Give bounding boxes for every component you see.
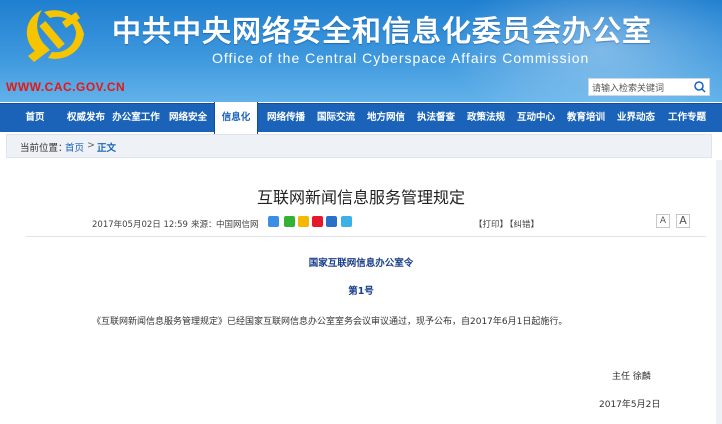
nav-item-training[interactable]: 教育培训 <box>563 104 609 132</box>
article-sign-date: 2017年5月2日 <box>599 400 661 410</box>
renren-icon[interactable] <box>326 216 337 227</box>
site-title-en: Office of the Central Cyberspace Affairs… <box>212 50 590 66</box>
qzone-icon[interactable] <box>298 216 309 227</box>
nav-item-authority[interactable]: 权威发布 <box>61 104 111 132</box>
nav-item-office-work[interactable]: 办公室工作 <box>111 104 161 132</box>
nav-item-cybersecurity[interactable]: 网络安全 <box>163 104 213 132</box>
nav-item-topics[interactable]: 工作专题 <box>663 104 711 132</box>
breadcrumb-separator: > <box>87 140 95 151</box>
decree-number: 第1号 <box>348 286 374 297</box>
decree-title: 国家互联网信息办公室令 <box>308 258 414 269</box>
nav-item-home[interactable]: 首页 <box>13 104 57 132</box>
tencent-weibo-icon[interactable] <box>341 216 352 227</box>
breadcrumb-home-link[interactable]: 首页 <box>65 140 84 154</box>
font-decrease-button[interactable]: A <box>656 214 670 228</box>
nav-item-policy[interactable]: 政策法规 <box>463 104 509 132</box>
nav-item-international[interactable]: 国际交流 <box>313 104 359 132</box>
article-title: 互联网新闻信息服务管理规定 <box>256 188 465 207</box>
article-body: 《互联网新闻信息服务管理规定》已经国家互联网信息办公室室务会议审议通过，现予公布… <box>92 317 568 327</box>
breadcrumb: 当前位置： 首页 > 正文 <box>6 134 712 158</box>
article-date: 2017年05月02日 12:59 <box>92 220 188 230</box>
breadcrumb-current: 正文 <box>97 143 117 154</box>
meta-divider <box>26 236 706 237</box>
nav-item-local[interactable]: 地方网信 <box>363 104 409 132</box>
article-signer: 主任 徐麟 <box>612 372 651 382</box>
header-banner: 中共中央网络安全和信息化委员会办公室 Office of the Central… <box>0 0 722 102</box>
nav-item-industry[interactable]: 业界动态 <box>613 104 659 132</box>
font-increase-button[interactable]: A <box>676 214 690 228</box>
search-input[interactable]: 请输入检索关键词 <box>592 81 664 94</box>
site-url[interactable]: WWW.CAC.GOV.CN <box>6 80 125 94</box>
share-plus-icon[interactable] <box>268 216 279 227</box>
search-box[interactable]: 请输入检索关键词 <box>588 78 710 96</box>
search-icon[interactable] <box>692 80 708 94</box>
article-source: 中国网信网 <box>216 220 259 230</box>
party-emblem-icon <box>26 10 84 62</box>
source-label: 来源： <box>191 220 217 230</box>
correct-link[interactable]: 【纠错】 <box>505 218 539 230</box>
weibo-icon[interactable] <box>312 216 323 227</box>
nav-item-informatization[interactable]: 信息化 <box>214 102 258 134</box>
main-nav: 首页 权威发布 办公室工作 网络安全 信息化 网络传播 国际交流 地方网信 执法… <box>0 102 722 134</box>
breadcrumb-prefix: 当前位置： <box>20 143 68 154</box>
site-title-cn: 中共中央网络安全和信息化委员会办公室 <box>112 14 653 48</box>
nav-item-enforcement[interactable]: 执法督查 <box>413 104 459 132</box>
wechat-icon[interactable] <box>284 216 295 227</box>
print-link[interactable]: 【打印】 <box>474 218 508 230</box>
nav-item-interaction[interactable]: 互动中心 <box>513 104 559 132</box>
nav-item-network-communication[interactable]: 网络传播 <box>263 104 309 132</box>
